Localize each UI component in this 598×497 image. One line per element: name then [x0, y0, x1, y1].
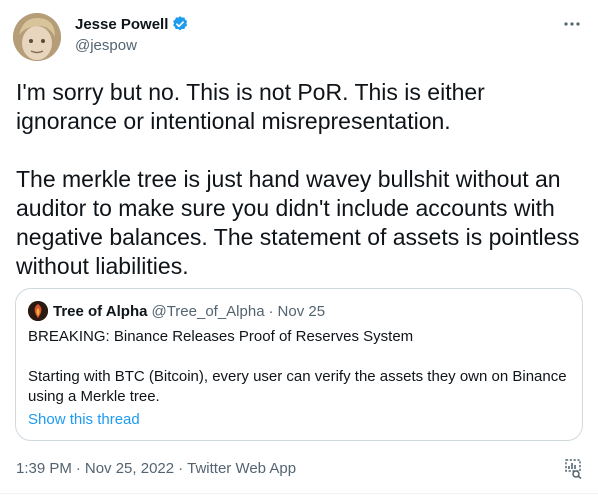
quoted-paragraph: Starting with BTC (Bitcoin), every user … — [28, 368, 567, 405]
show-thread-link[interactable]: Show this thread — [28, 411, 140, 428]
quoted-tweet-card[interactable]: Tree of Alpha @Tree_of_Alpha · Nov 25 BR… — [15, 288, 583, 441]
quoted-date: Nov 25 — [277, 302, 326, 320]
tweet-text: I'm sorry but no. This is not PoR. This … — [16, 78, 588, 281]
tweet-date[interactable]: Nov 25, 2022 — [85, 460, 174, 477]
quoted-separator: · — [268, 302, 274, 320]
tweet-paragraph: The merkle tree is just hand wavey bulls… — [16, 166, 580, 279]
quoted-author-name: Tree of Alpha — [53, 302, 148, 320]
analytics-button[interactable] — [562, 457, 584, 479]
author-name-text[interactable]: Jesse Powell — [75, 16, 168, 33]
meta-separator: · — [178, 460, 184, 477]
meta-separator: · — [75, 460, 81, 477]
quoted-paragraph: BREAKING: Binance Releases Proof of Rese… — [28, 328, 414, 345]
analytics-icon — [565, 459, 582, 479]
quoted-author-handle: @Tree_of_Alpha — [151, 302, 265, 320]
tweet-metadata: 1:39 PM · Nov 25, 2022 · Twitter Web App — [16, 460, 296, 477]
author-avatar[interactable] — [13, 13, 61, 61]
author-name[interactable]: Jesse Powell — [75, 15, 189, 33]
divider — [0, 493, 598, 494]
quoted-author-avatar — [28, 301, 48, 321]
tweet-time[interactable]: 1:39 PM — [16, 460, 72, 477]
verified-badge-icon — [173, 16, 188, 31]
quoted-tweet-text: BREAKING: Binance Releases Proof of Rese… — [28, 327, 576, 407]
author-handle[interactable]: @jespow — [75, 37, 137, 54]
quoted-tweet-header: Tree of Alpha @Tree_of_Alpha · Nov 25 — [28, 301, 325, 321]
tweet-source[interactable]: Twitter Web App — [187, 460, 296, 477]
tweet-paragraph: I'm sorry but no. This is not PoR. This … — [16, 79, 485, 134]
more-horizontal-icon — [564, 22, 580, 26]
more-options-button[interactable] — [562, 14, 582, 34]
